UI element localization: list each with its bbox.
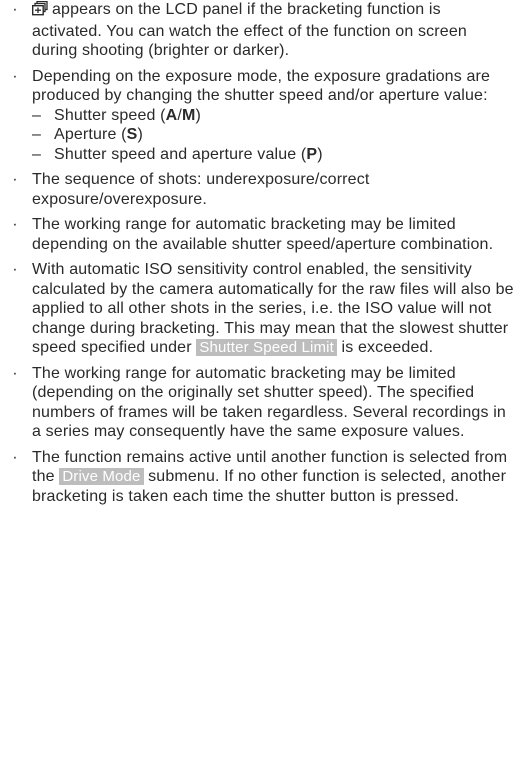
manual-page: · appears on the LCD panel if the bracke… <box>0 0 528 763</box>
mode-label: P <box>306 145 318 163</box>
bracketing-icon <box>31 0 48 22</box>
sub-list-item: – Shutter speed (A/M) <box>32 106 514 126</box>
bullet-dot: · <box>12 448 18 466</box>
bullet-text: The working range for automatic bracketi… <box>32 364 506 441</box>
sub-text: ) <box>137 126 143 143</box>
bullet-dot: · <box>12 216 18 233</box>
bullet-text: The sequence of shots: underexposure/cor… <box>32 171 370 208</box>
sub-text: ) <box>317 145 323 163</box>
sub-text: ) <box>195 106 201 124</box>
bullet-dot: · <box>12 261 18 278</box>
mode-label: A <box>165 106 178 124</box>
sub-list: – Shutter speed (A/M) – Aperture (S) – S… <box>32 106 514 165</box>
dash-mark: – <box>32 126 42 143</box>
bullet-dot: · <box>12 67 18 85</box>
mode-label: S <box>126 126 138 143</box>
bullet-text: appears on the LCD panel if the bracketi… <box>32 1 467 59</box>
dash-mark: – <box>32 145 42 163</box>
list-item: · The sequence of shots: underexposure/c… <box>0 170 514 209</box>
sub-list-item: – Shutter speed and aperture value (P) <box>32 145 514 165</box>
list-item: · appears on the LCD panel if the bracke… <box>0 0 514 61</box>
sub-text: Shutter speed and aperture value ( <box>54 145 307 163</box>
bullet-text: Depending on the exposure mode, the expo… <box>32 67 491 105</box>
sub-text: Aperture ( <box>54 126 127 143</box>
list-item: · With automatic ISO sensitivity control… <box>0 260 514 358</box>
bullet-text: The working range for automatic bracketi… <box>32 216 494 253</box>
list-item: · Depending on the exposure mode, the ex… <box>0 67 514 165</box>
list-item: · The working range for automatic bracke… <box>0 215 514 254</box>
menu-reference-drive-mode: Drive Mode <box>59 468 144 485</box>
menu-reference-shutter-speed-limit: Shutter Speed Limit <box>196 339 337 356</box>
bullet-text: is exceeded. <box>341 339 434 356</box>
bullet-dot: · <box>12 171 18 188</box>
list-item: · The function remains active until anot… <box>0 448 514 507</box>
dash-mark: – <box>32 106 42 124</box>
list-item: · The working range for automatic bracke… <box>0 364 514 442</box>
sub-text: Shutter speed ( <box>54 106 166 124</box>
bullet-dot: · <box>12 1 18 18</box>
bullet-dot: · <box>12 364 18 382</box>
sub-list-item: – Aperture (S) <box>32 125 514 145</box>
mode-label: M <box>181 106 196 124</box>
notes-list: · appears on the LCD panel if the bracke… <box>0 0 514 506</box>
